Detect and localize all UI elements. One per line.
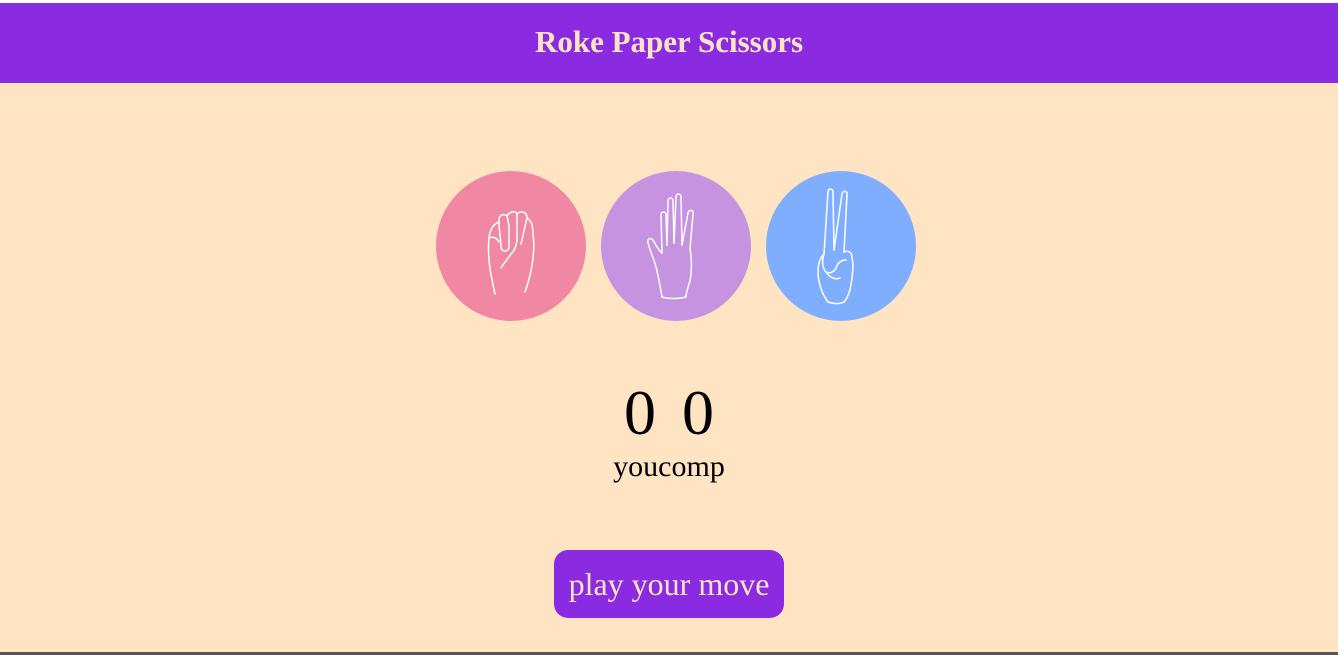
rock-choice[interactable] <box>436 171 586 321</box>
status-message: play your move <box>553 550 785 618</box>
user-score: 0 <box>624 377 656 448</box>
peace-hand-icon <box>817 188 854 305</box>
score-labels: you comp <box>0 450 1338 484</box>
comp-label: comp <box>658 450 725 483</box>
paper-choice[interactable] <box>601 171 751 321</box>
app-header: Roke Paper Scissors <box>0 3 1338 83</box>
page-title: Roke Paper Scissors <box>534 24 804 59</box>
choices-container <box>436 171 916 321</box>
message-container: play your move <box>0 550 1338 618</box>
user-label: you <box>613 450 659 483</box>
score-board: 0 0 <box>0 378 1338 448</box>
fist-icon <box>487 211 535 295</box>
comp-score: 0 <box>682 377 714 448</box>
open-hand-icon <box>647 193 694 300</box>
scissors-choice[interactable] <box>766 171 916 321</box>
